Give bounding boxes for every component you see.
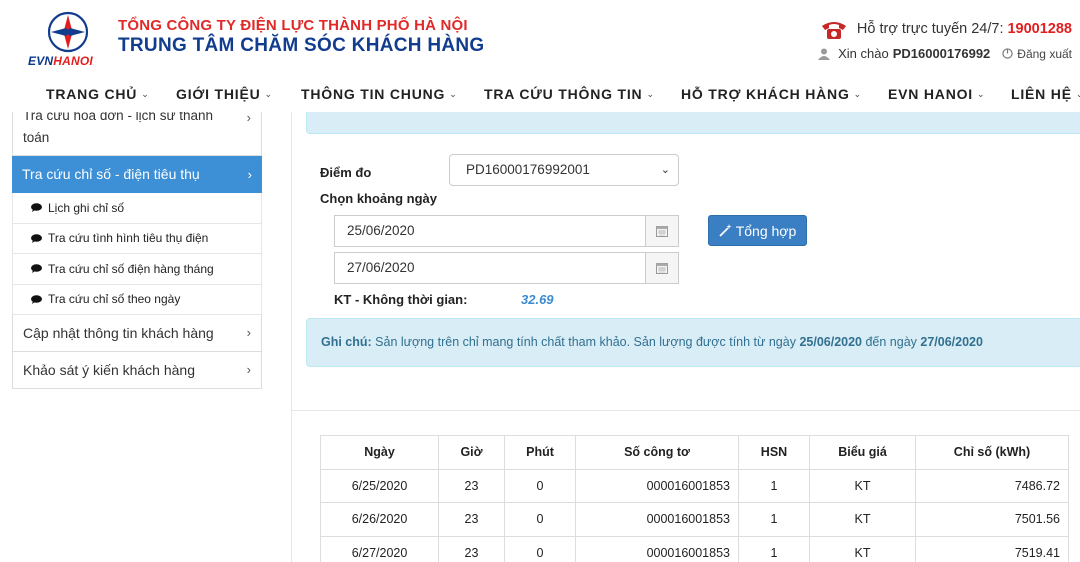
comment-icon <box>31 294 42 304</box>
note-text: Sản lượng trên chỉ mang tính chất tham k… <box>371 335 800 349</box>
chevron-right-icon: › <box>246 362 251 377</box>
chevron-down-icon: ⌄ <box>1076 89 1080 100</box>
user-bar: Xin chào PD16000176992 Đăng xuất <box>818 46 1072 61</box>
col-header-reading: Chỉ số (kWh) <box>915 435 1069 470</box>
chevron-right-icon: › <box>246 112 251 125</box>
col-header-tariff: Biểu giá <box>809 435 916 470</box>
calendar-icon <box>656 263 668 274</box>
date-from-input[interactable]: 25/06/2020 <box>334 215 679 247</box>
magic-wand-icon <box>719 224 732 237</box>
col-header-hsn: HSN <box>738 435 810 470</box>
comment-icon <box>31 233 42 243</box>
sidebar-item-meter-reading[interactable]: Tra cứu chỉ số - điện tiêu thụ › <box>12 156 262 193</box>
telephone-icon <box>821 22 846 39</box>
nav-item-contact[interactable]: LIÊN HỆ⌄ <box>1011 86 1080 102</box>
chevron-right-icon: › <box>247 167 252 182</box>
nav-item-about[interactable]: GIỚI THIỆU ⌄ <box>176 86 273 102</box>
sidebar-item-invoice-history[interactable]: Tra cứu hóa đơn - lịch sử thanh toán › <box>12 112 262 156</box>
comment-icon <box>31 264 42 274</box>
site-header: EVNHANOI TỔNG CÔNG TY ĐIỆN LỰC THÀNH PHỐ… <box>0 0 1080 76</box>
sidebar-subitem-daily-reading[interactable]: Tra cứu chỉ số theo ngày <box>12 284 262 315</box>
date-to-input[interactable]: 27/06/2020 <box>334 252 679 284</box>
nav-item-lookup[interactable]: TRA CỨU THÔNG TIN ⌄ <box>484 86 655 102</box>
logout-button[interactable]: Đăng xuất <box>1002 47 1072 61</box>
support-label: Hỗ trợ trực tuyến 24/7: <box>856 21 1004 37</box>
table-row: 6/26/2020 23 0 000016001853 1 KT 7501.56 <box>320 502 1069 537</box>
note-to-date: 27/06/2020 <box>920 335 983 349</box>
date-to-picker[interactable] <box>645 253 678 283</box>
nav-item-general-info[interactable]: THÔNG TIN CHUNG ⌄ <box>301 86 458 102</box>
meter-label: Điểm đo <box>320 165 372 180</box>
center-name: TRUNG TÂM CHĂM SÓC KHÁCH HÀNG <box>118 35 485 56</box>
username: PD16000176992 <box>892 46 991 61</box>
col-header-date: Ngày <box>320 435 439 470</box>
chevron-right-icon: › <box>246 325 251 340</box>
sidebar-subitem-monthly-reading[interactable]: Tra cứu chỉ số điện hàng tháng <box>12 254 262 285</box>
nav-item-support[interactable]: HỖ TRỢ KHÁCH HÀNG ⌄ <box>681 86 862 102</box>
chevron-down-icon: ⌄ <box>264 88 273 99</box>
calendar-icon <box>656 226 668 237</box>
corporation-name: TỔNG CÔNG TY ĐIỆN LỰC THÀNH PHỐ HÀ NỘI <box>118 17 468 34</box>
note-prefix: Ghi chú: <box>321 335 372 349</box>
main-nav: TRANG CHỦ ⌄ GIỚI THIỆU ⌄ THÔNG TIN CHUNG ⌄ … <box>0 76 1080 112</box>
hotline-number[interactable]: 19001288 <box>1007 21 1072 37</box>
summary-button[interactable]: Tổng hợp <box>708 215 807 246</box>
kt-value: 32.69 <box>521 292 554 307</box>
logo-wordmark: EVNHANOI <box>28 54 93 68</box>
nav-item-home[interactable]: TRANG CHỦ ⌄ <box>46 86 150 102</box>
logout-label: Đăng xuất <box>1017 46 1072 61</box>
user-icon <box>818 48 831 60</box>
comment-icon <box>31 203 42 213</box>
section-divider <box>292 410 1080 411</box>
chevron-down-icon: ⌄ <box>853 88 862 99</box>
table-row: 6/27/2020 23 0 000016001853 1 KT 7519.41 <box>320 535 1069 562</box>
sidebar: Tra cứu hóa đơn - lịch sử thanh toán › T… <box>12 112 262 389</box>
chevron-down-icon: ⌄ <box>646 88 655 99</box>
content-divider <box>291 112 292 562</box>
readings-table: Ngày Giờ Phút Số công tơ HSN Biểu giá Ch… <box>320 435 1069 562</box>
sidebar-item-survey[interactable]: Khảo sát ý kiến khách hàng › <box>12 352 262 389</box>
col-header-minute: Phút <box>504 435 576 470</box>
note-middle: đến ngày <box>862 335 921 349</box>
chevron-down-icon: ⌄ <box>449 88 458 99</box>
greeting-text: Xin chào <box>838 46 889 61</box>
col-header-meter-no: Số công tơ <box>575 435 739 470</box>
date-range-label: Chọn khoảng ngày <box>320 191 437 206</box>
note-from-date: 25/06/2020 <box>799 335 862 349</box>
note-panel: Ghi chú: Sản lượng trên chỉ mang tính ch… <box>306 318 1080 367</box>
meter-select[interactable]: PD16000176992001 ⌄ <box>449 154 679 186</box>
chevron-down-icon: ⌄ <box>141 88 150 99</box>
date-from-picker[interactable] <box>645 216 678 246</box>
power-icon <box>1002 48 1013 59</box>
table-header-row: Ngày Giờ Phút Số công tơ HSN Biểu giá Ch… <box>320 435 1069 470</box>
chevron-down-icon: ⌄ <box>660 164 670 176</box>
support-info: Hỗ trợ trực tuyến 24/7: 19001288 <box>819 18 1072 40</box>
top-info-panel <box>306 112 1080 134</box>
table-row: 6/25/2020 23 0 000016001853 1 KT 7486.72 <box>320 468 1069 503</box>
sidebar-item-update-info[interactable]: Cập nhật thông tin khách hàng › <box>12 315 262 352</box>
nav-item-evn-hanoi[interactable]: EVN HANOI ⌄ <box>888 86 985 102</box>
sidebar-subitem-reading-schedule[interactable]: Lịch ghi chỉ số <box>12 193 262 224</box>
sidebar-subitem-consumption[interactable]: Tra cứu tình hình tiêu thụ điện <box>12 223 262 254</box>
chevron-down-icon: ⌄ <box>977 88 986 99</box>
kt-label: KT - Không thời gian: <box>334 292 468 307</box>
col-header-hour: Giờ <box>438 435 505 470</box>
